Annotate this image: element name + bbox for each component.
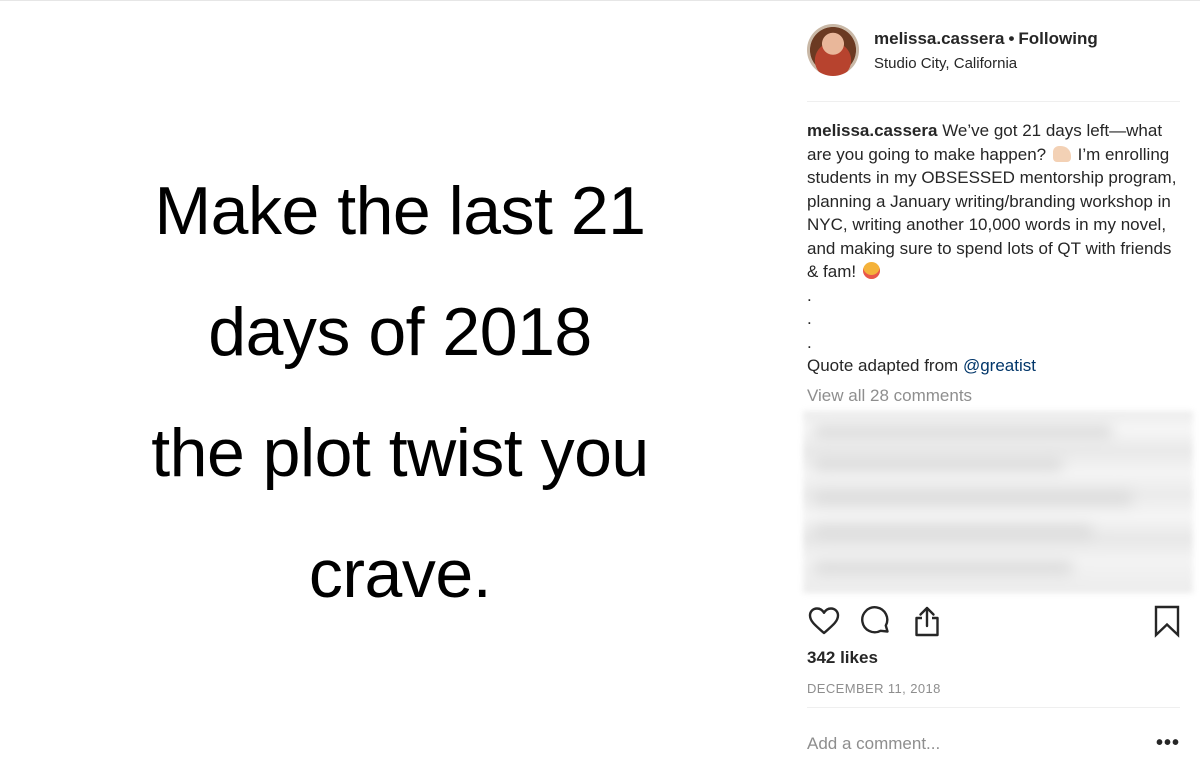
comment-icon [861, 606, 889, 634]
likes-count[interactable]: 342 likes [807, 648, 878, 668]
save-button[interactable] [1150, 604, 1184, 638]
share-button[interactable] [910, 604, 944, 638]
blurred-comment-line [813, 425, 1113, 439]
like-button[interactable] [807, 604, 841, 638]
header-divider [807, 101, 1180, 102]
header-username[interactable]: melissa.cassera [874, 29, 1004, 48]
blurred-comments [803, 411, 1193, 593]
post-image[interactable]: Make the last 21 days of 2018 the plot t… [0, 1, 800, 775]
post-header: melissa.cassera • Following Studio City, C… [807, 24, 1187, 80]
comment-button[interactable] [858, 604, 892, 638]
separator-dot: • [1008, 29, 1015, 48]
smiling-face-with-hearts-icon [862, 262, 880, 279]
heart-icon [808, 607, 840, 635]
post-date: DECEMBER 11, 2018 [807, 681, 941, 696]
blurred-comment-line [813, 457, 1063, 471]
header-user-row: melissa.cassera • Following [874, 29, 1098, 49]
caption-credit: Quote adapted from @greatist [807, 354, 1182, 378]
add-comment-input[interactable] [807, 731, 1137, 757]
blurred-comment-line [813, 491, 1133, 505]
location-link[interactable]: Studio City, California [874, 55, 1017, 72]
caption-dot: . [807, 309, 812, 328]
caption-dot: . [807, 285, 812, 305]
blurred-comment-line [813, 561, 1073, 575]
quote-credit-text: Quote adapted from [807, 356, 959, 375]
view-all-comments-link[interactable]: View all 28 comments [807, 386, 972, 406]
avatar[interactable] [807, 24, 859, 76]
quote-line: crave. [308, 536, 492, 612]
bookmark-icon [1154, 605, 1180, 638]
following-button[interactable]: Following [1018, 29, 1097, 48]
quote-line: days of 2018 [208, 294, 592, 370]
flexed-biceps-icon [1052, 145, 1071, 162]
caption-text: I’m enrolling students in my OBSESSED me… [807, 144, 1177, 282]
action-bar [807, 604, 1190, 638]
comment-divider [807, 707, 1180, 708]
quote-line: Make the last 21 [154, 173, 646, 249]
post-sidebar: melissa.cassera • Following Studio City, C… [800, 1, 1200, 775]
comment-form: ••• [807, 731, 1180, 759]
share-icon [915, 606, 939, 637]
mention-link[interactable]: @greatist [963, 356, 1036, 375]
quote-text: Make the last 21 days of 2018 the plot t… [0, 151, 800, 635]
blurred-comment-line [813, 525, 1093, 539]
caption-dot: . [807, 332, 812, 352]
quote-line: the plot twist you [151, 415, 649, 491]
caption: melissa.cassera We’ve got 21 days left—w… [807, 119, 1182, 378]
more-options-button[interactable]: ••• [1156, 731, 1180, 755]
caption-username[interactable]: melissa.cassera [807, 121, 937, 140]
